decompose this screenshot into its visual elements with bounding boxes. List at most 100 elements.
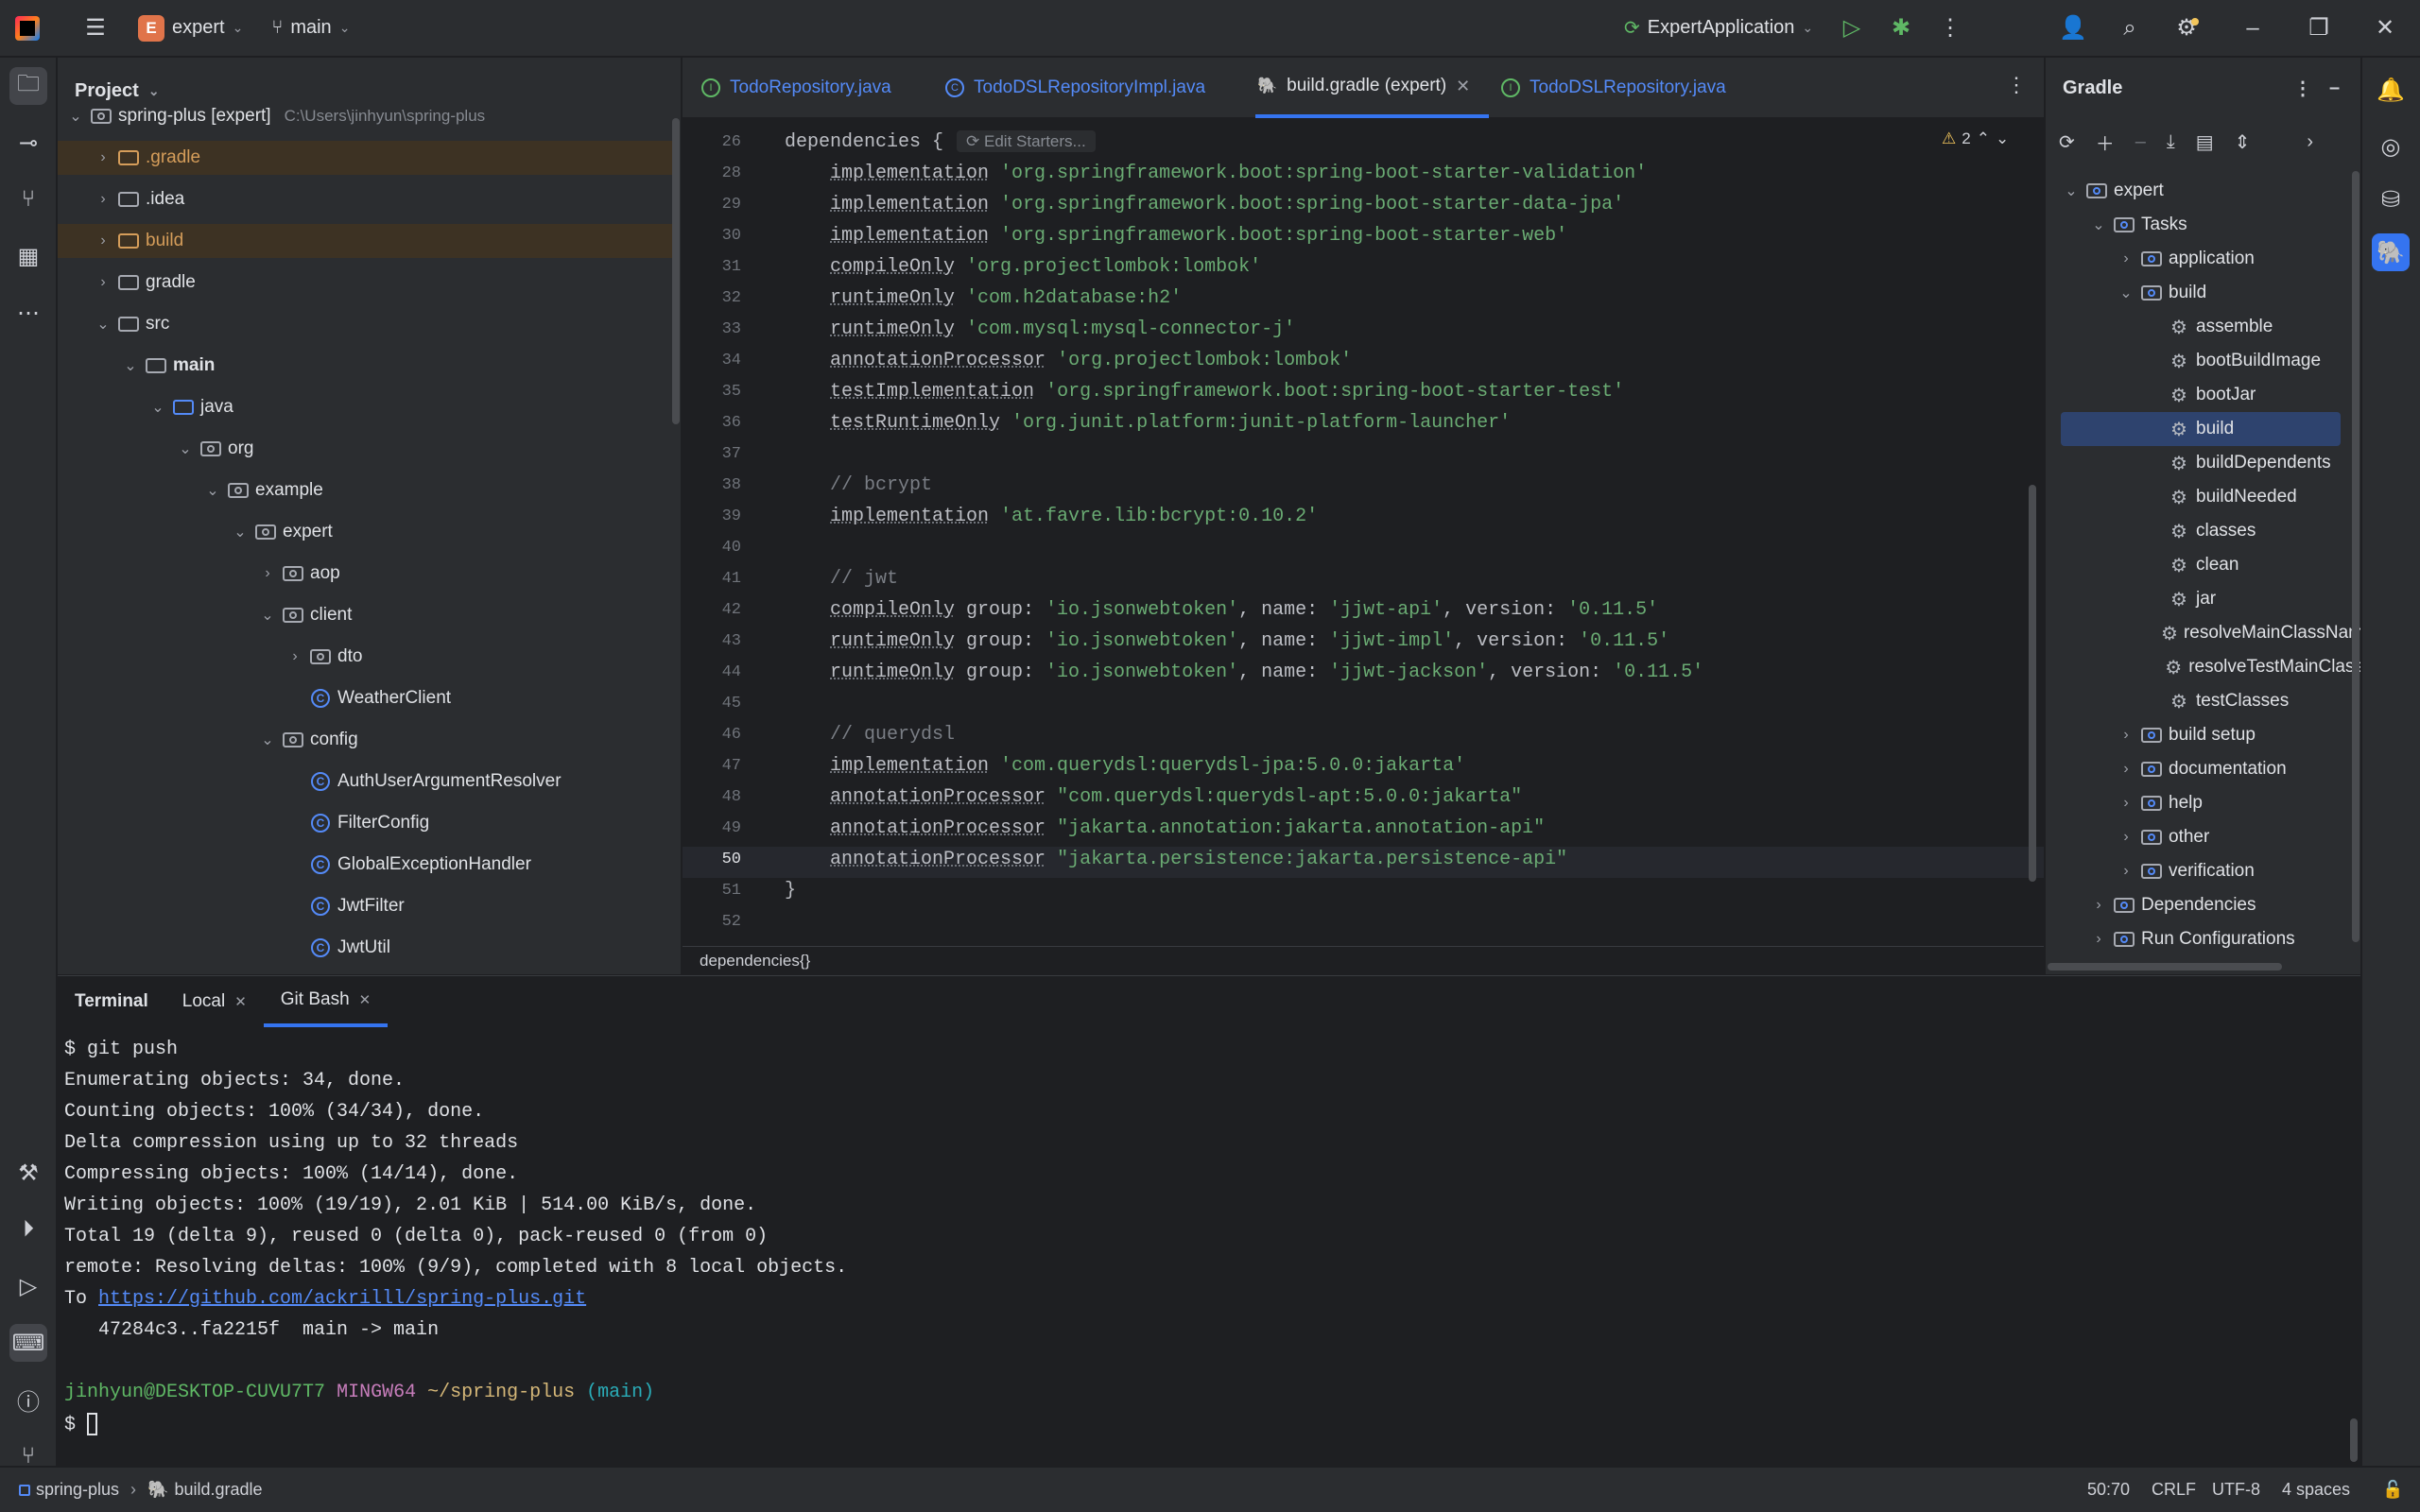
tree-node[interactable]: ⌄ example — [58, 473, 672, 507]
chevron-down-icon[interactable]: ⌄ — [65, 107, 86, 126]
chevron-down-icon[interactable]: ⌄ — [202, 481, 223, 500]
gradle-hscrollbar[interactable] — [2048, 963, 2282, 971]
status-encoding[interactable]: UTF-8 — [2212, 1480, 2260, 1500]
problems-icon[interactable]: ⓘ — [9, 1381, 47, 1418]
ai-assistant-icon[interactable]: ◎ — [2372, 128, 2410, 165]
tree-node[interactable]: › build — [58, 224, 672, 258]
tab-overflow-icon[interactable]: ⋮ — [2006, 73, 2027, 97]
terminal-tab[interactable]: Local ✕ — [165, 976, 264, 1027]
build-hammer-icon[interactable]: ⚒ — [9, 1154, 47, 1192]
branch-switcher[interactable]: ⑂ main ⌄ — [271, 17, 350, 39]
editor-tab[interactable]: I TodoRepository.java — [701, 58, 891, 118]
warnings-indicator[interactable]: ⚠ 2 ⌃ ⌄ — [1942, 129, 2009, 148]
gradle-tree-node[interactable]: › other — [2061, 820, 2360, 854]
gradle-scrollbar[interactable] — [2352, 171, 2360, 942]
status-file[interactable]: build.gradle — [174, 1480, 262, 1500]
chevron-down-icon[interactable]: ⌄ — [1996, 129, 2009, 148]
editor-tab[interactable]: C TodoDSLRepositoryImpl.java — [945, 58, 1205, 118]
gradle-tree-node[interactable]: ⚙ clean — [2061, 548, 2360, 582]
status-indent[interactable]: 4 spaces — [2282, 1480, 2350, 1500]
tree-node[interactable]: ⌄ client — [58, 598, 672, 632]
more-actions-icon[interactable]: ⋮ — [1934, 12, 1966, 44]
chevron-down-icon[interactable]: ⌄ — [2061, 181, 2082, 200]
tree-node[interactable]: › .gradle — [58, 141, 672, 175]
terminal-output[interactable]: $ git push Enumerating objects: 34, done.… — [58, 1039, 2360, 1454]
add-user-icon[interactable]: 👤 — [2057, 12, 2089, 44]
gradle-tree-node[interactable]: ⚙ assemble — [2061, 310, 2360, 344]
code-line[interactable]: compileOnly 'org.projectlombok:lombok' — [830, 256, 1261, 278]
chevron-right-icon[interactable]: › — [93, 274, 113, 291]
structure-icon[interactable]: ▦ — [9, 237, 47, 275]
gradle-tree-node[interactable]: ⚙ buildNeeded — [2061, 480, 2360, 514]
code-line[interactable]: implementation 'at.favre.lib:bcrypt:0.10… — [830, 506, 1318, 527]
gradle-tree-node[interactable]: ⚙ build — [2061, 412, 2341, 446]
run-panel-icon[interactable]: ▷ — [9, 1267, 47, 1305]
terminal-icon[interactable]: ⌨ — [9, 1324, 47, 1362]
chevron-right-icon[interactable]: › — [2116, 250, 2136, 267]
debug-icon[interactable]: ✱ — [1885, 12, 1917, 44]
code-area[interactable]: 26 dependencies {⟳ Edit Starters... 28 impl… — [683, 118, 2044, 946]
gradle-tree-node[interactable]: ⚙ resolveTestMainClass — [2061, 650, 2360, 684]
terminal-scrollbar[interactable] — [2350, 1418, 2358, 1462]
code-line[interactable]: compileOnly group: 'io.jsonwebtoken', na… — [830, 599, 1658, 621]
chevron-down-icon[interactable]: ⌄ — [2116, 284, 2136, 302]
chevron-right-icon[interactable]: › — [2088, 897, 2109, 914]
code-line[interactable]: } — [785, 880, 796, 902]
chevron-down-icon[interactable]: ⌄ — [230, 523, 251, 541]
code-line[interactable]: // querydsl — [830, 724, 955, 746]
chevron-right-icon[interactable]: › — [257, 565, 278, 582]
tree-node[interactable]: C JwtFilter — [58, 889, 672, 923]
close-tab-icon[interactable]: ✕ — [1456, 77, 1470, 96]
chevron-right-icon[interactable]: › — [2116, 863, 2136, 880]
tree-node[interactable]: ⌄ spring-plus [expert] C:\Users\jinhyun\sp… — [58, 99, 672, 133]
download-icon[interactable]: ⤓ — [2167, 131, 2175, 153]
gradle-tree-node[interactable]: ⚙ testClasses — [2061, 684, 2360, 718]
status-project[interactable]: spring-plus — [36, 1480, 119, 1500]
tree-node[interactable]: ⌄ java — [58, 390, 672, 424]
chevron-right-icon[interactable]: › — [2116, 727, 2136, 744]
gradle-tree-node[interactable]: ⚙ classes — [2061, 514, 2360, 548]
gradle-tree-node[interactable]: › help — [2061, 786, 2360, 820]
gradle-tree-node[interactable]: › Run Configurations — [2061, 922, 2360, 956]
chevron-right-icon[interactable]: › — [2116, 795, 2136, 812]
expand-collapse-icon[interactable]: ⇕ — [2235, 130, 2251, 154]
tree-node[interactable]: ⌄ expert — [58, 515, 672, 549]
chevron-down-icon[interactable]: ⌄ — [120, 356, 141, 375]
chevron-right-icon[interactable]: › — [2088, 931, 2109, 948]
commit-icon[interactable]: ⊸ — [9, 124, 47, 162]
gradle-tree-node[interactable]: ⚙ buildDependents — [2061, 446, 2360, 480]
status-position[interactable]: 50:70 — [2087, 1480, 2130, 1500]
gradle-tree-node[interactable]: › documentation — [2061, 752, 2360, 786]
editor-scrollbar[interactable] — [2029, 485, 2036, 882]
pull-requests-icon[interactable]: ⑂ — [9, 180, 47, 218]
search-icon[interactable]: ⌕ — [2114, 12, 2146, 44]
code-line[interactable]: implementation 'org.springframework.boot… — [830, 163, 1647, 184]
gradle-tree-node[interactable]: ⚙ jar — [2061, 582, 2360, 616]
gradle-tree-node[interactable]: ⚙ bootBuildImage — [2061, 344, 2360, 378]
code-line[interactable]: // jwt — [830, 568, 898, 590]
settings-gear-icon[interactable]: ⚙ — [2170, 12, 2203, 44]
maximize-icon[interactable]: ❐ — [2303, 12, 2335, 44]
code-line[interactable]: annotationProcessor 'org.projectlombok:l… — [830, 350, 1352, 371]
code-line[interactable]: testImplementation 'org.springframework.… — [830, 381, 1624, 403]
add-icon[interactable]: ＋ — [2096, 129, 2115, 156]
editor-tab[interactable]: 🐘 build.gradle (expert) ✕ — [1255, 58, 1490, 118]
tree-node[interactable]: ⌄ main — [58, 349, 672, 383]
tree-node[interactable]: C WeatherClient — [58, 681, 672, 715]
notifications-bell-icon[interactable]: 🔔 — [2372, 71, 2410, 109]
gradle-tree-node[interactable]: ⌄ build — [2061, 276, 2360, 310]
tree-node[interactable]: C AuthUserArgumentResolver — [58, 765, 672, 799]
gradle-tree-node[interactable]: ⌄ Tasks — [2061, 208, 2360, 242]
tree-node[interactable]: ⌄ src — [58, 307, 672, 341]
tree-node[interactable]: C GlobalExceptionHandler — [58, 848, 672, 882]
main-menu-icon[interactable]: ☰ — [79, 12, 112, 44]
tree-node[interactable]: › gradle — [58, 266, 672, 300]
chevron-down-icon[interactable]: ⌄ — [93, 315, 113, 334]
code-line[interactable]: implementation 'org.springframework.boot… — [830, 225, 1567, 247]
edit-starters-button[interactable]: ⟳ Edit Starters... — [957, 130, 1096, 152]
execute-task-icon[interactable]: ▤ — [2196, 130, 2214, 154]
database-icon[interactable]: ⛁ — [2372, 180, 2410, 218]
chevron-right-icon[interactable]: › — [93, 149, 113, 166]
chevron-right-icon[interactable]: › — [285, 648, 305, 665]
tree-node[interactable]: ⌄ org — [58, 432, 672, 466]
